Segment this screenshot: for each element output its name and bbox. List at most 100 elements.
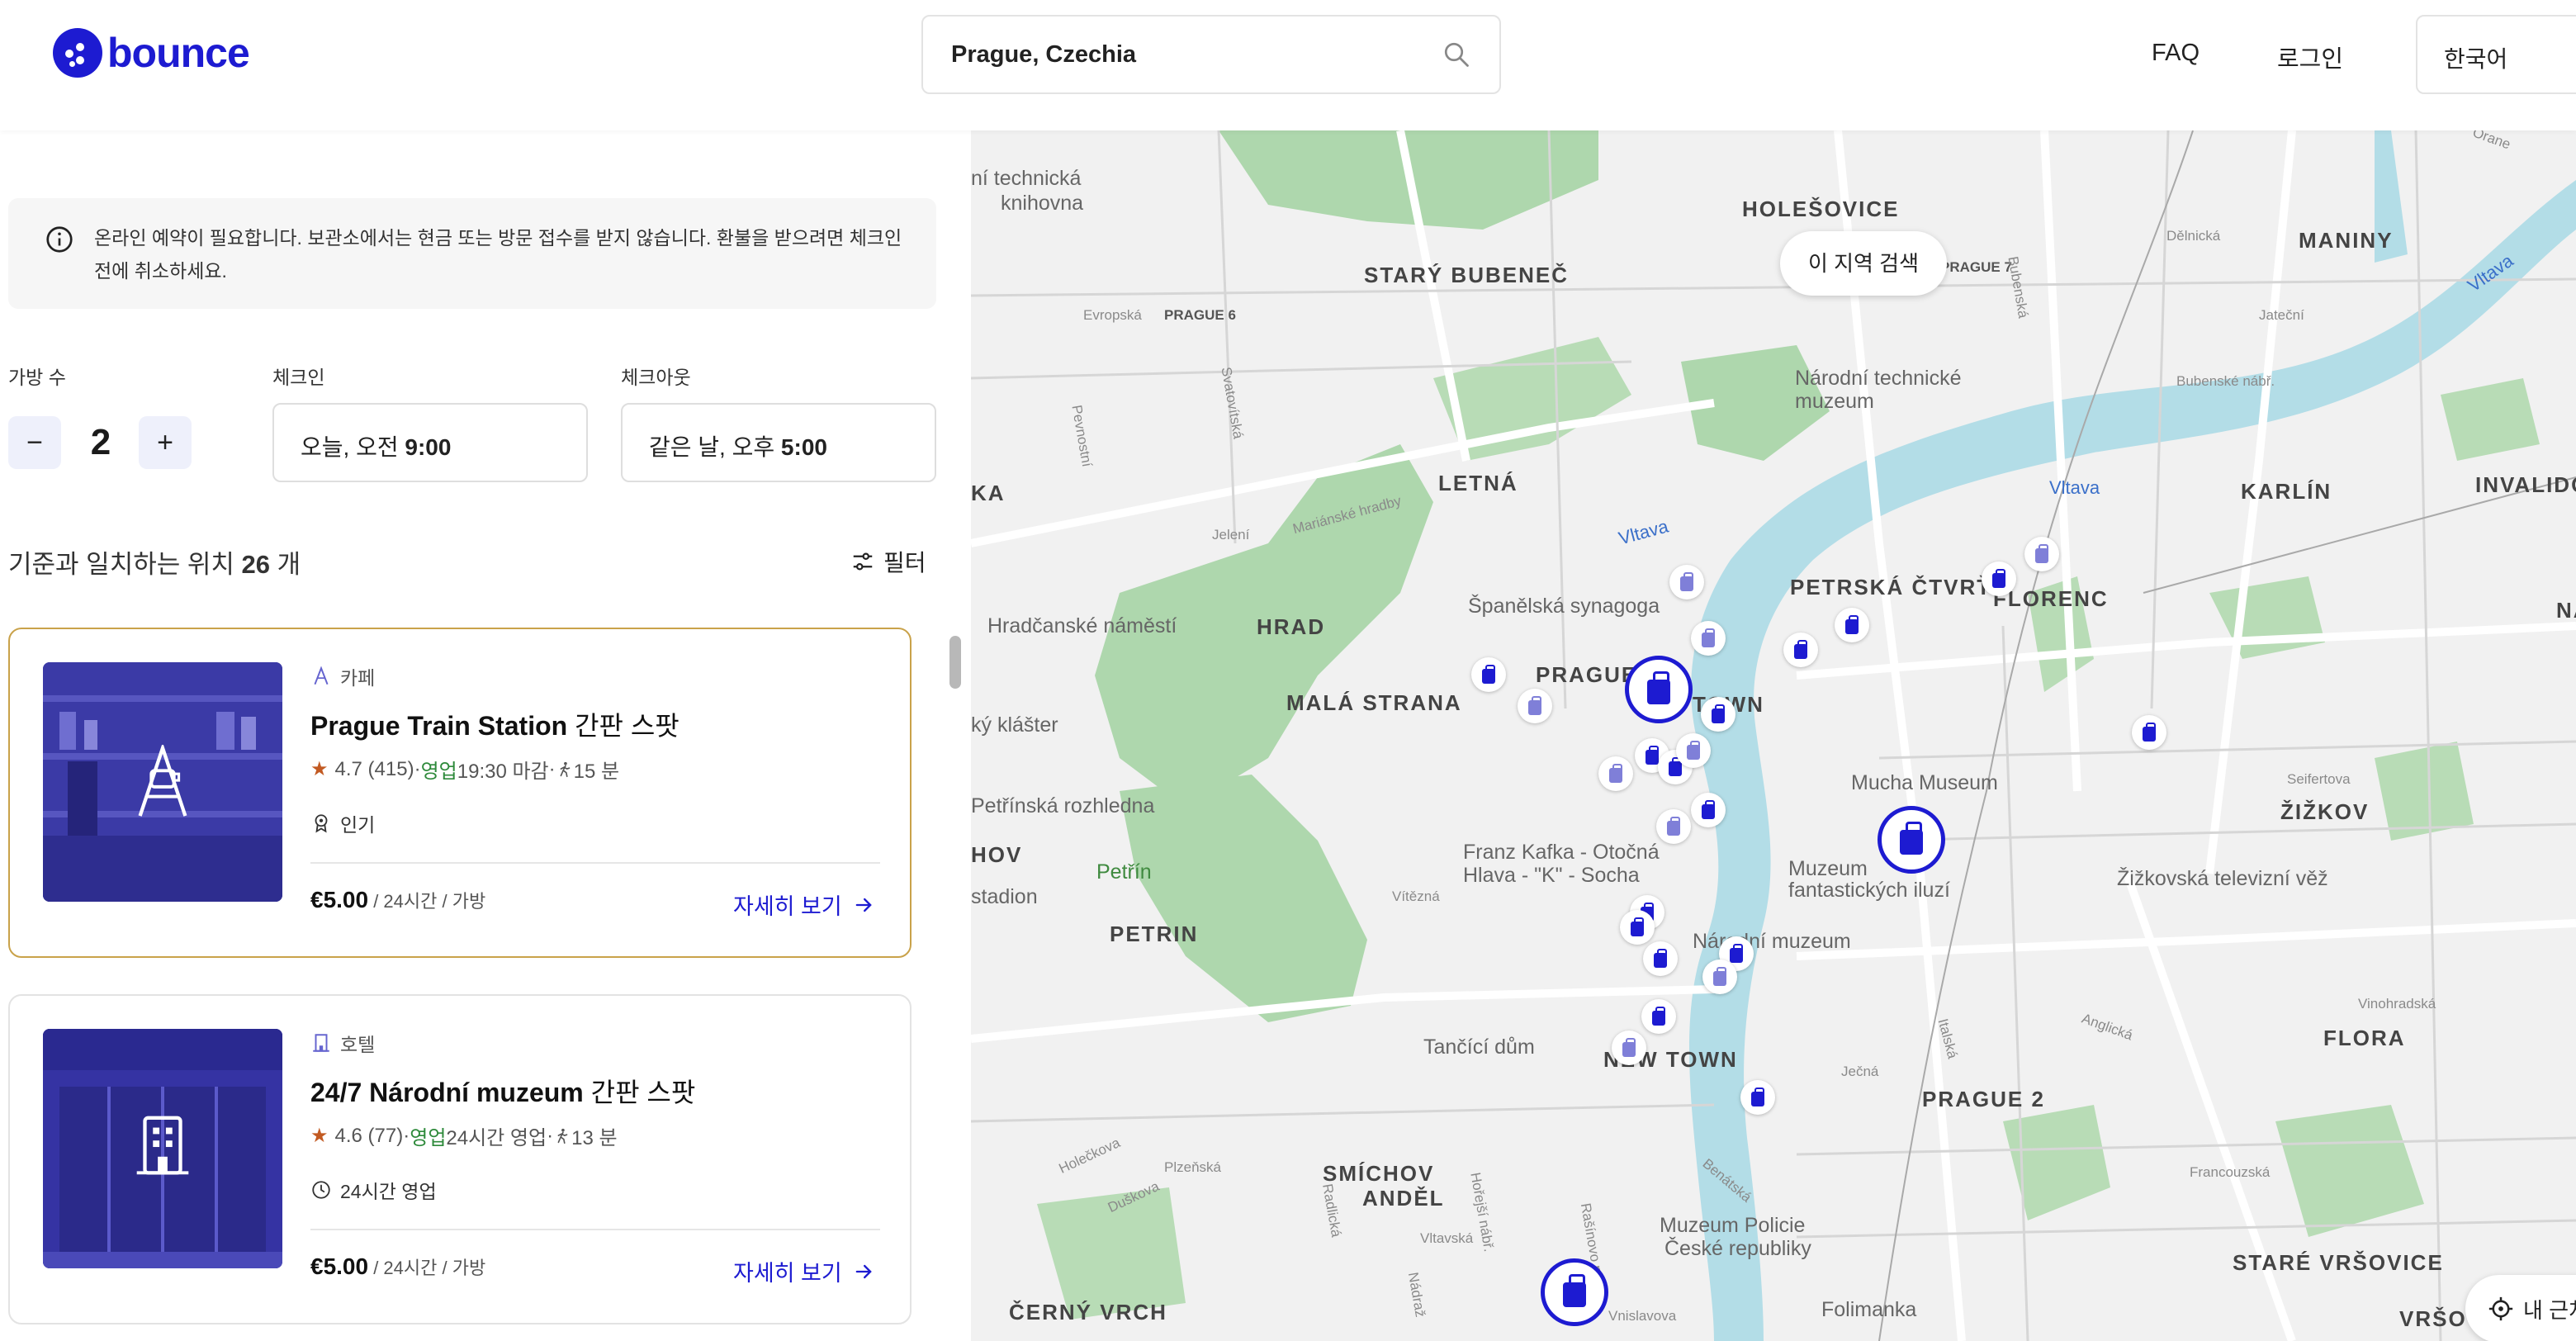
map-label: PETRIN [1110, 922, 1199, 946]
storage-location-pin[interactable] [2132, 715, 2166, 750]
faq-link[interactable]: FAQ [2152, 40, 2200, 67]
map-label: Mucha Museum [1851, 771, 1998, 794]
storage-location-pin[interactable] [1471, 657, 1506, 692]
storage-location-pin[interactable] [1701, 697, 1735, 732]
search-value: Prague, Czechia [951, 40, 1137, 68]
top-bar: bounce Prague, Czechia FAQ 로그인 한국어 [0, 0, 2576, 130]
map-label: muzeum [1795, 390, 1874, 413]
storage-location-pin[interactable] [1518, 689, 1552, 723]
walk-time: 15 분 [573, 761, 620, 783]
storage-location-pin[interactable] [1740, 1080, 1775, 1115]
price-unit: / 24시간 / 가방 [368, 891, 486, 912]
feature-label: 24시간 영업 [340, 1181, 437, 1202]
listing-title[interactable]: Prague Train Station 간판 스팟 [310, 705, 680, 743]
map-label: Národní technické [1795, 367, 1962, 390]
bounce-logo[interactable]: bounce [53, 28, 250, 78]
view-details-link[interactable]: 자세히 보기 [733, 888, 875, 921]
listing-card[interactable]: 카페 Prague Train Station 간판 스팟 ★ 4.7 (415… [8, 628, 912, 958]
listing-hours: 24시간 영업 [446, 1127, 547, 1149]
map-label: Franz Kafka - Otočná [1463, 841, 1660, 864]
map-label: SMÍCHOV [1323, 1161, 1435, 1186]
sliders-icon [853, 552, 873, 571]
listing-title[interactable]: 24/7 Národní muzeum 간판 스팟 [310, 1072, 695, 1110]
storage-location-pin[interactable] [1691, 793, 1726, 827]
listing-price: €5.00 / 24시간 / 가방 [310, 1253, 485, 1280]
arrow-right-icon [855, 1264, 872, 1278]
map-label: Jelení [1212, 527, 1250, 543]
scrollbar-thumb[interactable] [949, 636, 961, 689]
storage-location-pin[interactable] [1691, 621, 1726, 656]
meta-separator: · [414, 757, 421, 780]
map-label: Jateční [2259, 307, 2304, 323]
storage-location-pin[interactable] [1598, 756, 1633, 791]
map-label: Petřínská rozhledna [971, 794, 1155, 817]
listing-name: 24/7 Národní muzeum [310, 1078, 584, 1107]
results-panel: 온라인 예약이 필요합니다. 보관소에서는 현금 또는 방문 접수를 받지 않습… [0, 130, 971, 1341]
storage-location-pin[interactable] [1676, 733, 1711, 768]
storage-location-pin[interactable] [1982, 562, 2016, 596]
storage-location-pin[interactable] [1541, 1258, 1608, 1326]
map-label: Dělnická [2166, 228, 2221, 244]
listing-suffix: 간판 스팟 [567, 711, 680, 741]
price-value: €5.00 [310, 887, 369, 912]
map-label: knihovna [1001, 192, 1084, 215]
storage-location-pin[interactable] [1835, 608, 1869, 642]
open-status: 영업 [420, 761, 457, 783]
feature-label: 인기 [340, 814, 376, 836]
storage-location-pin[interactable] [1656, 809, 1691, 844]
map-label: MANINY [2299, 228, 2394, 253]
location-search-input[interactable]: Prague, Czechia [921, 15, 1501, 94]
storage-location-pin[interactable] [1641, 999, 1676, 1034]
bags-label: 가방 수 [8, 367, 66, 388]
map-view[interactable]: HOLEŠOVICE STARÝ BUBENEČ MANINY LETNÁ KA… [971, 130, 2576, 1341]
details-label: 자세히 보기 [733, 894, 842, 919]
checkin-label: 체크인 [272, 367, 325, 388]
map-label: Vinohradská [2358, 996, 2436, 1012]
results-suffix: 개 [270, 550, 301, 579]
storage-location-pin[interactable] [1878, 806, 1945, 874]
map-label: Ječná [1841, 1064, 1879, 1079]
storage-location-pin[interactable] [2024, 537, 2059, 571]
map-label: PRAGUE [1536, 662, 1638, 687]
checkin-prefix: 오늘, 오전 [301, 434, 405, 460]
storage-location-pin[interactable] [1783, 633, 1818, 667]
language-select[interactable]: 한국어 [2416, 15, 2576, 94]
results-count: 기준과 일치하는 위치 26 개 [8, 543, 301, 580]
filter-button[interactable]: 필터 [850, 545, 926, 578]
storage-location-pin[interactable] [1669, 565, 1704, 599]
map-label: Vltava [2049, 477, 2100, 498]
view-details-link[interactable]: 자세히 보기 [733, 1255, 875, 1287]
listing-feature: 인기 [310, 809, 375, 837]
map-label: INVALIDOV [2475, 472, 2576, 497]
storage-location-pin[interactable] [1702, 960, 1737, 994]
map-label: KARLÍN [2241, 479, 2332, 504]
listing-card[interactable]: 호텔 24/7 Národní muzeum 간판 스팟 ★ 4.6 (77) … [8, 994, 912, 1324]
decrease-bags-button[interactable]: − [8, 416, 61, 469]
storage-location-pin[interactable] [1625, 656, 1693, 723]
map-label: Hlava - "K" - Socha [1463, 864, 1640, 887]
map-label: Hradčanské náměstí [987, 614, 1177, 637]
checkin-picker[interactable]: 오늘, 오전 9:00 [272, 403, 588, 482]
search-this-area-button[interactable]: 이 지역 검색 [1780, 231, 1947, 296]
storage-location-pin[interactable] [1620, 910, 1655, 945]
map-label: STARÉ VRŠOVICE [2233, 1250, 2444, 1275]
map-label: Plzeňská [1164, 1159, 1221, 1175]
results-prefix: 기준과 일치하는 위치 [8, 550, 242, 579]
map-label: KA [971, 481, 1006, 505]
map-label: STARÝ BUBENEČ [1364, 263, 1569, 287]
walk-time: 13 분 [571, 1127, 618, 1149]
storage-location-pin[interactable] [1643, 941, 1678, 976]
logo-text: bounce [107, 30, 250, 76]
search-icon[interactable] [1442, 40, 1471, 69]
storage-location-pin[interactable] [1612, 1031, 1646, 1065]
listing-meta: ★ 4.7 (415) · 영업 19:30 마감 · 15 분 [310, 755, 619, 784]
open-status: 영업 [410, 1127, 447, 1149]
booking-notice: 온라인 예약이 필요합니다. 보관소에서는 현금 또는 방문 접수를 받지 않습… [8, 198, 936, 309]
increase-bags-button[interactable]: + [139, 416, 192, 469]
map-label: PRAGUE 2 [1922, 1087, 2045, 1111]
map-label: Folimanka [1821, 1298, 1917, 1321]
checkout-picker[interactable]: 같은 날, 오후 5:00 [621, 403, 936, 482]
near-me-button[interactable]: 내 근처 [2465, 1275, 2576, 1341]
map-label: ČERNÝ VRCH [1009, 1300, 1167, 1324]
login-link[interactable]: 로그인 [2277, 40, 2343, 74]
